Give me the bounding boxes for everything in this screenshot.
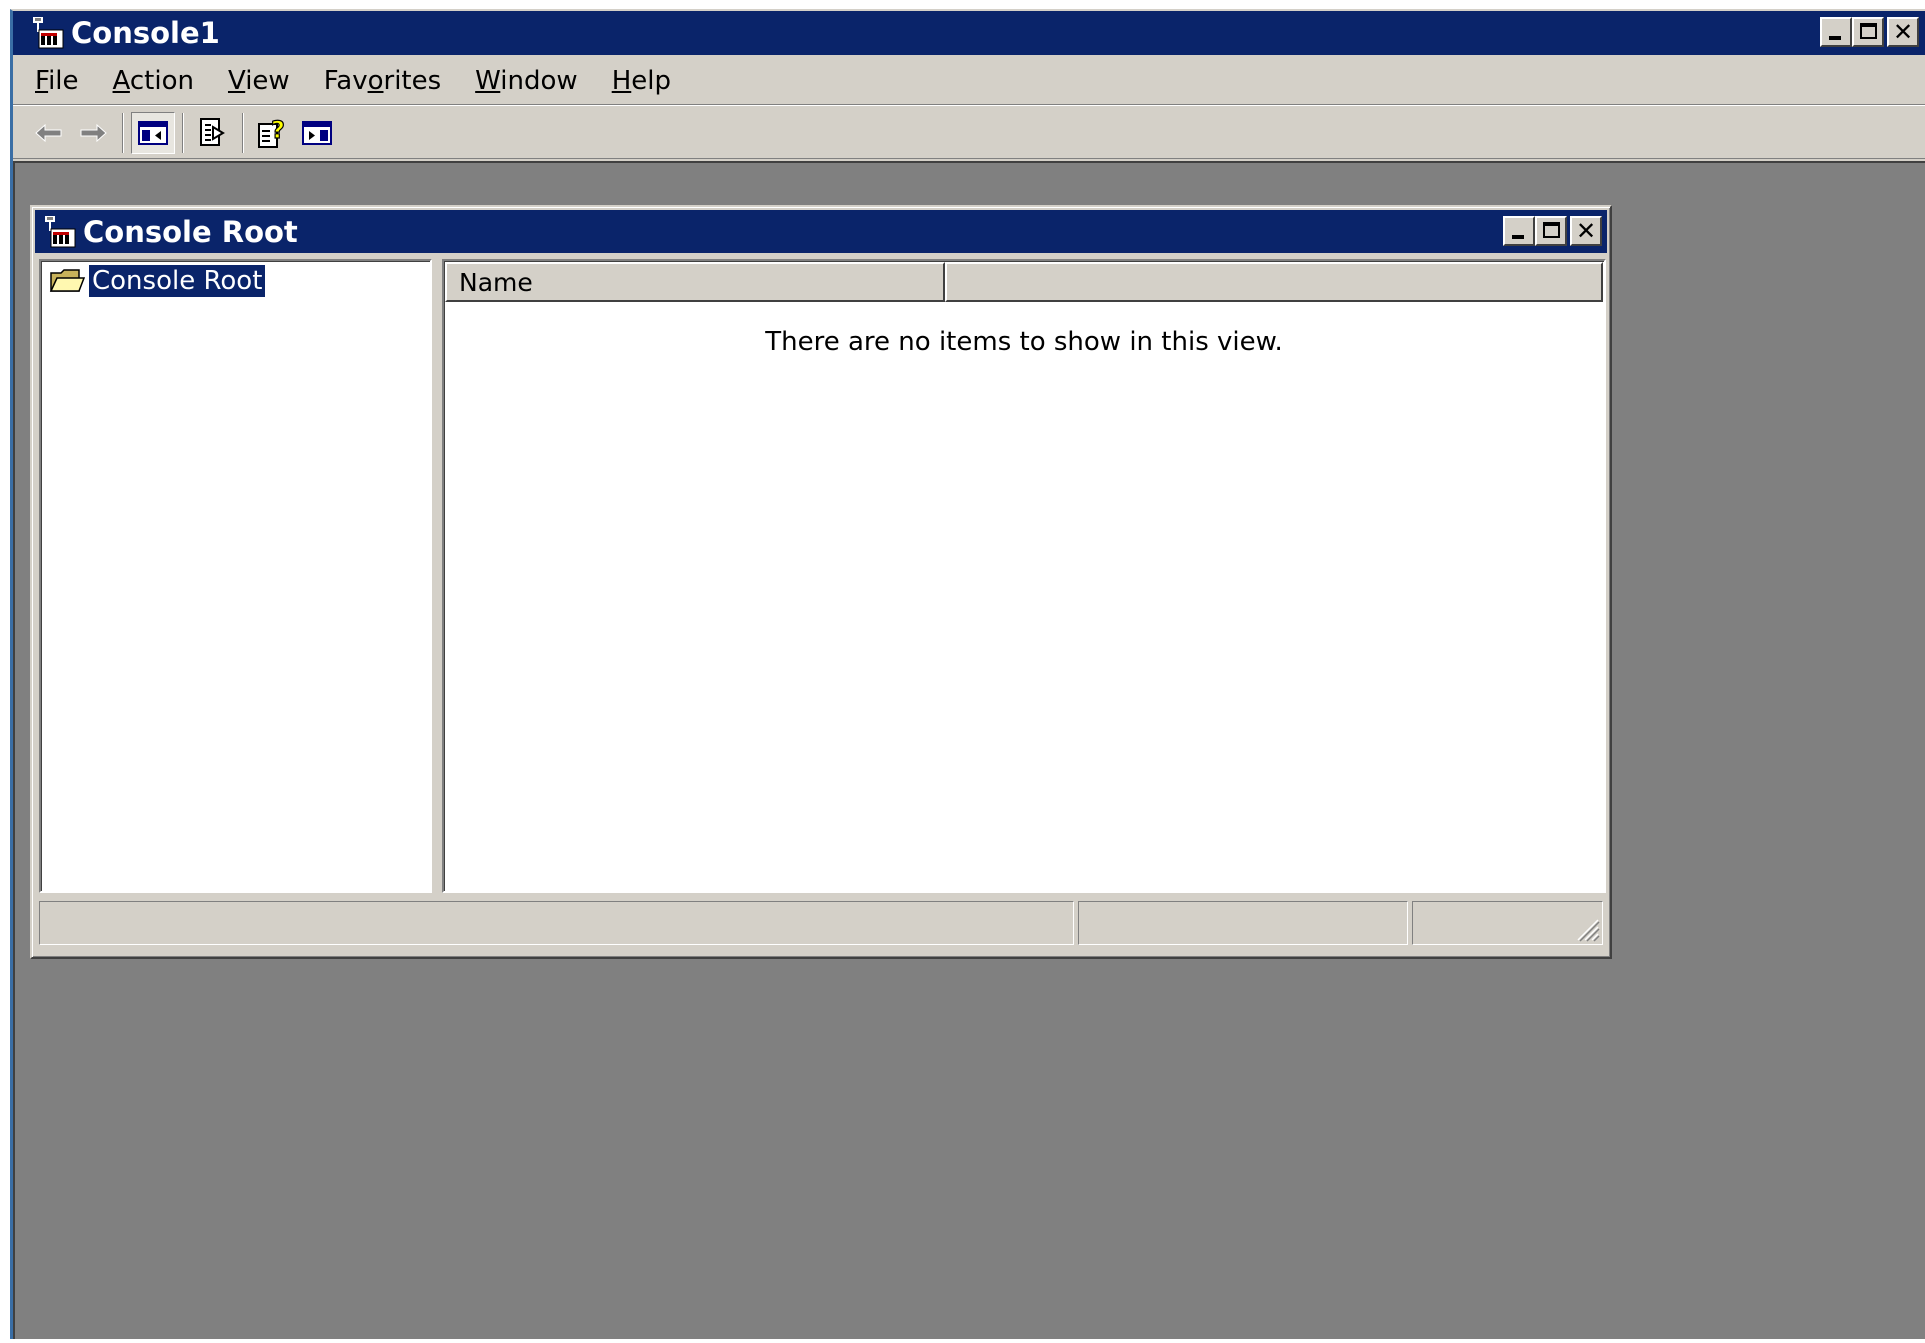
toolbar-separator <box>182 112 184 153</box>
help-button[interactable]: ? <box>251 112 295 154</box>
show-hide-action-pane-icon <box>302 120 332 145</box>
status-panel-1 <box>39 901 1074 945</box>
tree-node-console-root[interactable]: Console Root <box>49 264 267 298</box>
maximize-button[interactable] <box>1852 17 1884 47</box>
menu-action-mnemonic: A <box>112 65 130 96</box>
child-titlebar[interactable]: Console Root ✕ <box>35 210 1607 253</box>
list-header: Name <box>445 262 1603 302</box>
menu-help-mnemonic: H <box>611 65 632 96</box>
empty-view-message: There are no items to show in this view. <box>765 327 1283 357</box>
toolbar-separator <box>122 112 124 153</box>
forward-arrow-icon <box>80 123 107 142</box>
mmc-console-icon[interactable] <box>31 16 65 50</box>
close-icon: ✕ <box>1575 217 1597 245</box>
menu-window-mnemonic: W <box>475 65 501 96</box>
maximize-icon <box>1860 23 1877 39</box>
menu-bar: File Action View Favorites Window Help <box>13 57 1925 105</box>
app-window-controls: ✕ <box>1820 17 1919 47</box>
svg-text:?: ? <box>271 116 285 144</box>
export-list-icon <box>200 117 225 146</box>
menu-file-mnemonic: F <box>35 65 49 96</box>
back-button[interactable] <box>27 112 71 154</box>
folder-open-icon <box>49 269 85 292</box>
show-hide-console-tree-button[interactable] <box>131 111 175 154</box>
column-header-name[interactable]: Name <box>445 262 945 302</box>
tree-node-label[interactable]: Console Root <box>87 264 267 298</box>
child-close-button[interactable]: ✕ <box>1570 216 1602 246</box>
maximize-icon <box>1543 222 1560 238</box>
column-header-name-label: Name <box>459 267 533 297</box>
minimize-icon <box>1829 36 1841 40</box>
child-minimize-button[interactable] <box>1503 216 1535 246</box>
close-button[interactable]: ✕ <box>1887 17 1919 47</box>
show-hide-action-pane-button[interactable] <box>295 112 339 154</box>
mdi-client-area: Console Root ✕ Console Root Name There a… <box>13 161 1925 1339</box>
export-list-button[interactable] <box>191 112 235 154</box>
help-icon: ? <box>258 116 286 148</box>
mmc-main-window: Console1 ✕ File Action View Favorites Wi… <box>10 9 1925 1339</box>
minimize-button[interactable] <box>1820 17 1852 47</box>
status-bar <box>39 901 1603 945</box>
close-icon: ✕ <box>1892 18 1914 46</box>
menu-favorites[interactable]: Favorites <box>307 62 458 100</box>
minimize-icon <box>1512 235 1524 239</box>
menu-favorites-mnemonic: o <box>367 65 384 96</box>
menu-file[interactable]: File <box>13 62 96 100</box>
console-tree-pane[interactable]: Console Root <box>39 259 432 893</box>
child-window-title: Console Root <box>83 214 298 249</box>
toolbar: ? <box>13 107 1925 159</box>
child-maximize-button[interactable] <box>1535 216 1567 246</box>
menu-view[interactable]: View <box>211 62 307 100</box>
result-list-pane[interactable]: Name There are no items to show in this … <box>442 259 1606 893</box>
status-panel-2 <box>1078 901 1408 945</box>
column-header-blank[interactable] <box>945 262 1603 302</box>
mmc-console-icon[interactable] <box>43 215 77 249</box>
show-hide-console-tree-icon <box>138 120 168 145</box>
console-root-window: Console Root ✕ Console Root Name There a… <box>30 205 1612 959</box>
toolbar-separator <box>242 112 244 153</box>
app-titlebar[interactable]: Console1 ✕ <box>13 11 1925 55</box>
child-window-controls: ✕ <box>1503 216 1602 246</box>
menu-action[interactable]: Action <box>96 62 211 100</box>
menu-window[interactable]: Window <box>458 62 595 100</box>
app-title: Console1 <box>71 16 220 50</box>
menu-help[interactable]: Help <box>595 62 688 100</box>
forward-button[interactable] <box>71 112 115 154</box>
back-arrow-icon <box>35 123 62 142</box>
menu-view-mnemonic: V <box>227 65 246 96</box>
resize-grip-icon[interactable] <box>1574 916 1600 942</box>
status-panel-3 <box>1412 901 1603 945</box>
